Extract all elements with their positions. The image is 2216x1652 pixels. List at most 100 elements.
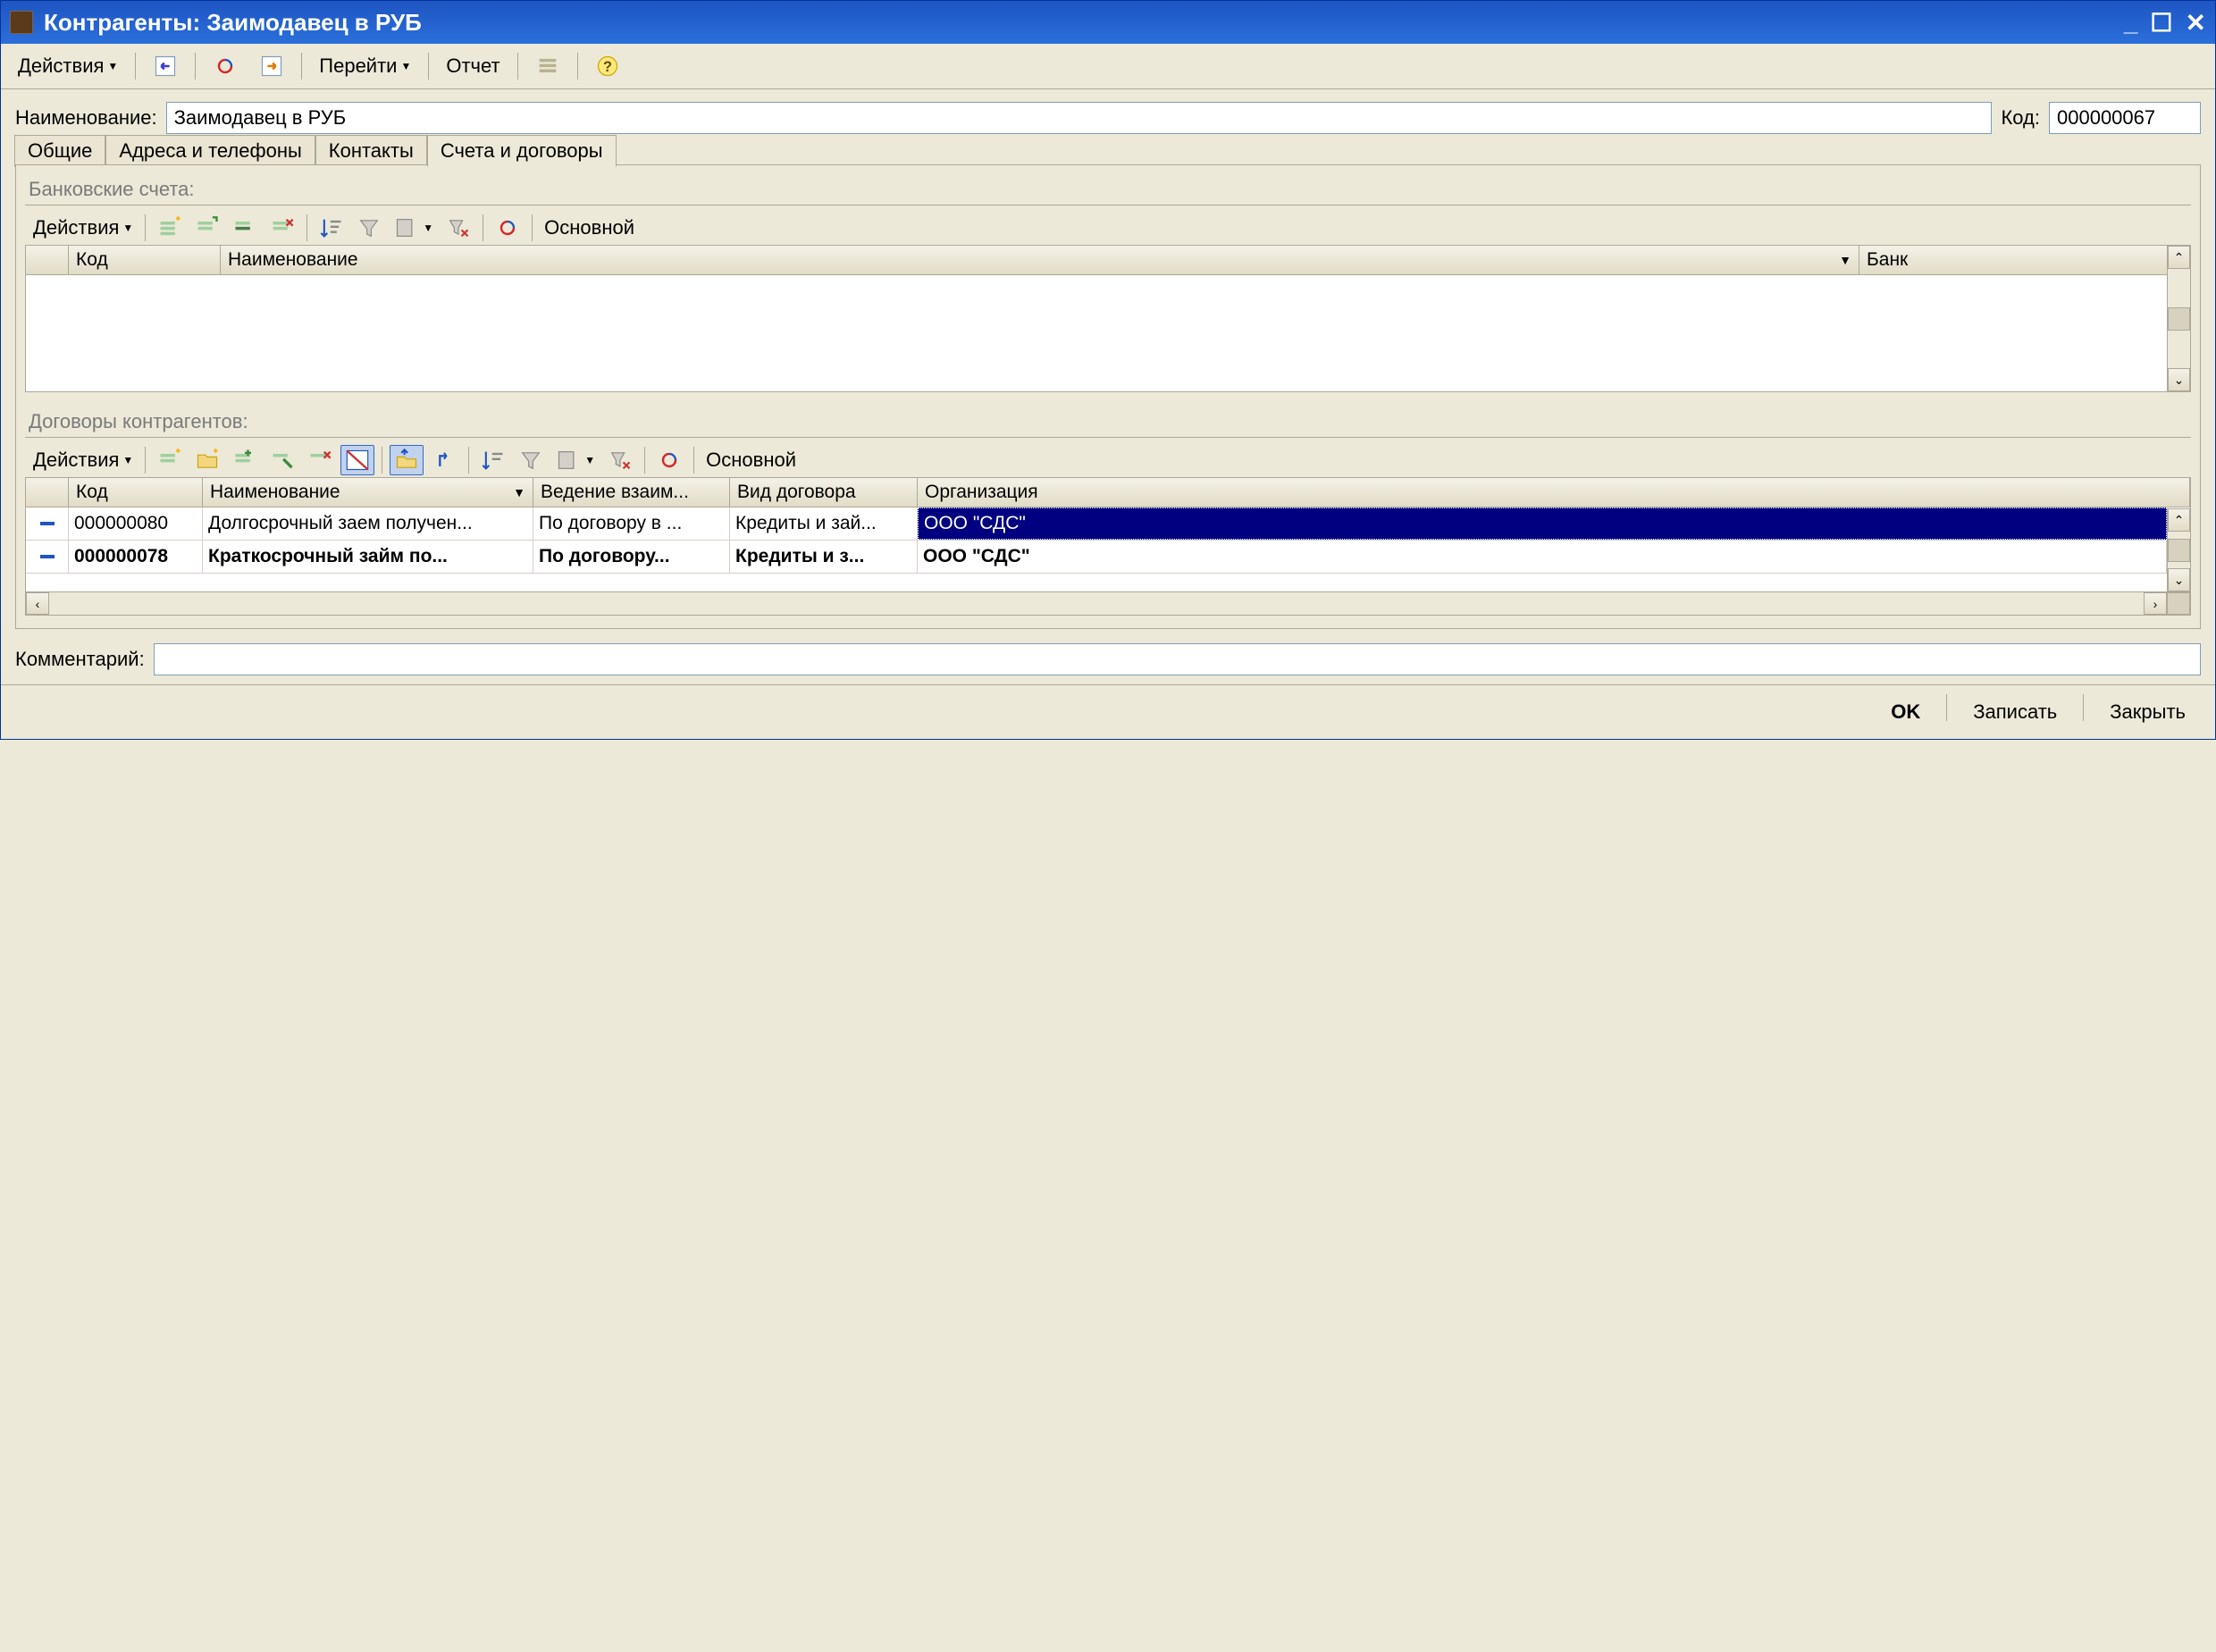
- cell-vedenie: По договору...: [533, 541, 730, 573]
- hierarchy-icon: [345, 448, 370, 473]
- goto-menu[interactable]: Перейти ▼: [311, 50, 419, 82]
- table-row[interactable]: 000000078 Краткосрочный займ по... По до…: [26, 541, 2167, 574]
- close-button[interactable]: Закрыть: [2094, 694, 2201, 730]
- maximize-icon[interactable]: ☐: [2150, 8, 2172, 38]
- contracts-move-button[interactable]: [390, 445, 424, 475]
- table-row[interactable]: 000000080 Долгосрочный заем получен... П…: [26, 507, 2167, 541]
- bank-clear-filter-button[interactable]: [441, 213, 475, 243]
- bank-col-icon[interactable]: [26, 246, 69, 274]
- contracts-col-name[interactable]: Наименование▼: [203, 478, 533, 507]
- bank-actions-menu[interactable]: Действия ▼: [29, 214, 138, 242]
- contracts-refresh-button[interactable]: [652, 445, 686, 475]
- contracts-up-level-button[interactable]: [427, 445, 461, 475]
- contracts-clear-filter-button[interactable]: [603, 445, 637, 475]
- contracts-edit-button[interactable]: [265, 445, 299, 475]
- row-marker-icon: [40, 522, 55, 525]
- prev-button[interactable]: [145, 49, 186, 83]
- code-label: Код:: [2001, 106, 2040, 130]
- filter-clear-icon: [608, 448, 633, 473]
- name-input[interactable]: [166, 102, 1993, 134]
- filter-menu-icon: [394, 215, 419, 240]
- separator: [301, 53, 302, 80]
- actions-menu[interactable]: Действия ▼: [10, 50, 126, 82]
- separator: [577, 53, 578, 80]
- scroll-left-icon[interactable]: ‹: [26, 592, 49, 615]
- comment-label: Комментарий:: [15, 648, 145, 671]
- bank-refresh-button[interactable]: [491, 213, 525, 243]
- scroll-up-icon[interactable]: ⌃: [2168, 508, 2190, 532]
- comment-input[interactable]: [154, 643, 2201, 675]
- cell-org[interactable]: ООО "СДС": [918, 507, 2167, 540]
- contracts-actions-menu[interactable]: Действия ▼: [29, 446, 138, 474]
- contracts-delete-button[interactable]: [303, 445, 337, 475]
- bank-delete-button[interactable]: [265, 213, 299, 243]
- minimize-icon[interactable]: _: [2124, 8, 2138, 37]
- scroll-up-icon[interactable]: ⌃: [2168, 246, 2190, 269]
- delete-row-icon: [270, 215, 295, 240]
- contracts-col-org[interactable]: Организация: [918, 478, 2190, 507]
- bank-add-copy-button[interactable]: [190, 213, 224, 243]
- contracts-main-button[interactable]: Основной: [701, 446, 801, 474]
- ok-button[interactable]: OK: [1876, 694, 1935, 730]
- bank-add-button[interactable]: [153, 213, 187, 243]
- add-row-icon: [157, 448, 182, 473]
- help-button[interactable]: ?: [587, 49, 628, 83]
- goto-label: Перейти: [319, 55, 397, 78]
- refresh-button[interactable]: [205, 49, 246, 83]
- refresh-icon: [657, 448, 682, 473]
- move-icon: [394, 448, 419, 473]
- bank-col-name[interactable]: Наименование▼: [221, 246, 1859, 274]
- bank-filter-by-button[interactable]: ▼: [390, 213, 438, 243]
- tab-general[interactable]: Общие: [14, 135, 105, 167]
- chevron-down-icon: ▼: [122, 222, 133, 234]
- scroll-down-icon[interactable]: ⌄: [2168, 368, 2190, 391]
- bank-edit-button[interactable]: [228, 213, 262, 243]
- edit-row-icon: [232, 215, 257, 240]
- contracts-vscroll[interactable]: ⌃ ⌄: [2167, 508, 2190, 591]
- code-input[interactable]: [2049, 102, 2201, 134]
- filter-icon: [518, 448, 543, 473]
- bank-sort-button[interactable]: [315, 213, 348, 243]
- contracts-sort-button[interactable]: [476, 445, 510, 475]
- export-button[interactable]: [251, 49, 292, 83]
- contracts-add-button[interactable]: [153, 445, 187, 475]
- tab-contacts[interactable]: Контакты: [315, 135, 427, 167]
- contracts-col-code[interactable]: Код: [69, 478, 203, 507]
- contracts-col-icon[interactable]: [26, 478, 69, 507]
- bank-vscroll[interactable]: ⌃ ⌄: [2167, 246, 2190, 391]
- name-label: Наименование:: [15, 106, 157, 130]
- contracts-filter-by-button[interactable]: ▼: [551, 445, 600, 475]
- bank-col-bank[interactable]: Банк: [1859, 246, 2190, 274]
- bank-main-button[interactable]: Основной: [540, 214, 639, 242]
- contracts-grid[interactable]: Код Наименование▼ Ведение взаим... Вид д…: [25, 477, 2191, 616]
- scroll-thumb[interactable]: [2168, 307, 2190, 331]
- tab-accounts-contracts[interactable]: Счета и договоры: [427, 135, 617, 167]
- scroll-down-icon[interactable]: ⌄: [2168, 568, 2190, 591]
- close-icon[interactable]: ✕: [2186, 8, 2206, 38]
- bank-filter-button[interactable]: [352, 213, 386, 243]
- main-toolbar: Действия ▼ Перейти ▼ Отчет: [1, 44, 2215, 89]
- bank-grid-body[interactable]: [26, 275, 2190, 391]
- report-button[interactable]: Отчет: [438, 50, 508, 82]
- bank-col-code[interactable]: Код: [69, 246, 221, 274]
- scroll-right-icon[interactable]: ›: [2144, 592, 2167, 615]
- report-label: Отчет: [446, 55, 499, 78]
- scroll-thumb[interactable]: [2168, 539, 2190, 562]
- contracts-add-copy-button[interactable]: [228, 445, 262, 475]
- contracts-grid-body[interactable]: 000000080 Долгосрочный заем получен... П…: [26, 507, 2190, 591]
- cell-vedenie: По договору в ...: [533, 507, 730, 540]
- contracts-hscroll[interactable]: ‹ ›: [26, 591, 2190, 615]
- contracts-hierarchy-toggle[interactable]: [340, 445, 374, 475]
- contracts-add-folder-button[interactable]: [190, 445, 224, 475]
- tab-addresses[interactable]: Адреса и телефоны: [105, 135, 315, 167]
- bottom-bar: OK Записать Закрыть: [1, 684, 2215, 739]
- save-button[interactable]: Записать: [1958, 694, 2072, 730]
- refresh-icon: [495, 215, 520, 240]
- sort-icon: [481, 448, 506, 473]
- folder-add-icon: [195, 448, 220, 473]
- list-settings-button[interactable]: [527, 49, 568, 83]
- contracts-col-vid[interactable]: Вид договора: [730, 478, 918, 507]
- bank-accounts-grid[interactable]: Код Наименование▼ Банк ⌃ ⌄: [25, 245, 2191, 392]
- contracts-col-vedenie[interactable]: Ведение взаим...: [533, 478, 730, 507]
- contracts-filter-button[interactable]: [514, 445, 548, 475]
